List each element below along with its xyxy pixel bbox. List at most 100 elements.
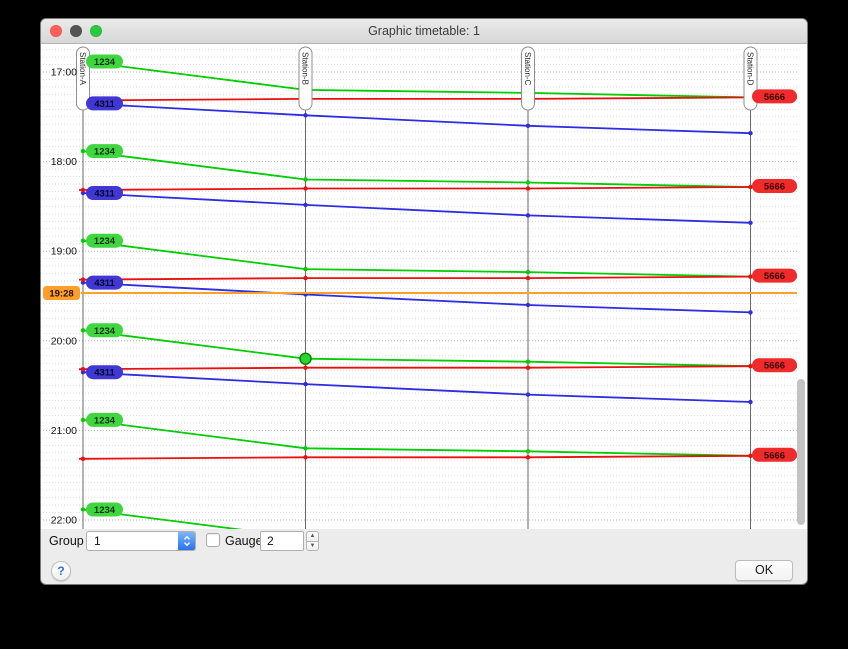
svg-text:5666: 5666 xyxy=(764,271,785,282)
train-badge-5666[interactable]: 5666 xyxy=(752,448,797,462)
train-stop-dot[interactable] xyxy=(526,270,530,274)
station-label-Station-C[interactable]: Station-C xyxy=(522,47,535,110)
train-stop-dot[interactable] xyxy=(303,366,307,370)
train-stop-dot[interactable] xyxy=(81,188,85,192)
group-combobox[interactable]: 1 xyxy=(86,531,196,551)
train-stop-dot[interactable] xyxy=(81,328,85,332)
gauge-value: 2 xyxy=(267,534,274,548)
svg-text:Station-B: Station-B xyxy=(301,52,310,85)
svg-text:1234: 1234 xyxy=(94,415,116,426)
window-title: Graphic timetable: 1 xyxy=(41,19,807,43)
zoom-button[interactable] xyxy=(90,25,102,37)
titlebar[interactable]: Graphic timetable: 1 xyxy=(41,19,807,44)
train-badge-4311[interactable]: 4311 xyxy=(86,186,123,200)
train-stop-dot[interactable] xyxy=(526,303,530,307)
train-stop-dot[interactable] xyxy=(526,449,530,453)
svg-text:5666: 5666 xyxy=(764,182,785,193)
train-stop-dot[interactable] xyxy=(303,203,307,207)
train-stop-dot[interactable] xyxy=(303,446,307,450)
vertical-scrollbar-thumb[interactable] xyxy=(797,379,805,525)
train-stop-dot[interactable] xyxy=(526,276,530,280)
train-stop-dot[interactable] xyxy=(303,177,307,181)
train-stop-dot[interactable] xyxy=(526,180,530,184)
svg-text:4311: 4311 xyxy=(94,99,115,110)
svg-text:1234: 1234 xyxy=(94,505,116,516)
gauge-checkbox[interactable] xyxy=(206,533,220,547)
train-stop-dot[interactable] xyxy=(526,360,530,364)
train-stop-dot[interactable] xyxy=(81,239,85,243)
train-badge-1234[interactable]: 1234 xyxy=(86,234,123,248)
train-stop-dot[interactable] xyxy=(748,131,752,135)
train-stop-dot[interactable] xyxy=(303,186,307,190)
train-stop-dot[interactable] xyxy=(748,310,752,314)
train-badge-5666[interactable]: 5666 xyxy=(752,358,797,372)
svg-text:1234: 1234 xyxy=(94,236,116,247)
svg-text:Station-C: Station-C xyxy=(523,52,532,86)
train-stop-dot[interactable] xyxy=(526,124,530,128)
timetable-canvas[interactable]: Station-AStation-BStation-CStation-D17:0… xyxy=(41,44,807,529)
train-badge-1234[interactable]: 1234 xyxy=(86,503,123,517)
current-time-badge: 19:28 xyxy=(43,286,80,300)
train-stop-dot[interactable] xyxy=(526,392,530,396)
train-stop-dot[interactable] xyxy=(303,267,307,271)
train-stop-dot[interactable] xyxy=(526,366,530,370)
train-stop-dot[interactable] xyxy=(81,149,85,153)
train-stop-dot[interactable] xyxy=(526,455,530,459)
svg-text:4311: 4311 xyxy=(94,368,115,379)
time-label: 22:00 xyxy=(51,515,77,527)
svg-text:4311: 4311 xyxy=(94,278,115,289)
train-stop-dot[interactable] xyxy=(748,400,752,404)
train-stop-dot[interactable] xyxy=(526,186,530,190)
svg-text:5666: 5666 xyxy=(764,92,785,103)
gauge-stepper[interactable]: ▲ ▼ xyxy=(306,531,319,551)
time-label: 19:00 xyxy=(51,246,77,258)
gauge-label: Gauge xyxy=(225,534,263,548)
train-stop-dot[interactable] xyxy=(526,213,530,217)
svg-text:1234: 1234 xyxy=(94,326,116,337)
time-label: 20:00 xyxy=(51,335,77,347)
time-label: 21:00 xyxy=(51,425,77,437)
train-stop-dot[interactable] xyxy=(303,382,307,386)
train-badge-4311[interactable]: 4311 xyxy=(86,276,123,290)
time-label: 17:00 xyxy=(51,67,77,79)
gauge-value-field[interactable]: 2 xyxy=(260,531,304,551)
train-badge-4311[interactable]: 4311 xyxy=(86,365,123,379)
train-badge-5666[interactable]: 5666 xyxy=(752,269,797,283)
train-stop-dot[interactable] xyxy=(303,276,307,280)
svg-text:19:28: 19:28 xyxy=(49,289,73,300)
train-badge-1234[interactable]: 1234 xyxy=(86,323,123,337)
train-badge-1234[interactable]: 1234 xyxy=(86,144,123,158)
train-badge-5666[interactable]: 5666 xyxy=(752,179,797,193)
svg-text:5666: 5666 xyxy=(764,450,785,461)
svg-text:1234: 1234 xyxy=(94,147,116,158)
train-stop-dot[interactable] xyxy=(81,457,85,461)
svg-text:5666: 5666 xyxy=(764,361,785,372)
svg-text:4311: 4311 xyxy=(94,189,115,200)
minimize-button[interactable] xyxy=(70,25,82,37)
timetable-chart[interactable]: Station-AStation-BStation-CStation-D17:0… xyxy=(41,44,807,529)
graphic-timetable-window: Graphic timetable: 1 Station-A Station-B S… xyxy=(40,18,808,585)
train-badge-1234[interactable]: 1234 xyxy=(86,55,123,69)
train-stop-dot[interactable] xyxy=(303,455,307,459)
combobox-arrows-icon[interactable] xyxy=(178,532,195,550)
group-combobox-value: 1 xyxy=(94,534,101,548)
time-label: 18:00 xyxy=(51,156,77,168)
train-stop-dot[interactable] xyxy=(81,277,85,281)
help-button[interactable]: ? xyxy=(51,561,71,581)
ok-button[interactable]: OK xyxy=(735,560,793,581)
station-label-Station-B[interactable]: Station-B xyxy=(299,47,312,110)
close-button[interactable] xyxy=(50,25,62,37)
stepper-down-icon[interactable]: ▼ xyxy=(306,541,319,552)
train-stop-dot[interactable] xyxy=(81,418,85,422)
svg-text:1234: 1234 xyxy=(94,57,116,68)
stepper-up-icon[interactable]: ▲ xyxy=(306,531,319,541)
svg-text:Station-A: Station-A xyxy=(78,52,87,86)
train-stop-dot[interactable] xyxy=(81,507,85,511)
train-badge-5666[interactable]: 5666 xyxy=(752,89,797,103)
train-badge-1234[interactable]: 1234 xyxy=(86,413,123,427)
train-stop-dot[interactable] xyxy=(748,221,752,225)
train-stop-dot[interactable] xyxy=(303,113,307,117)
train-stop-dot[interactable] xyxy=(81,367,85,371)
train-badge-4311[interactable]: 4311 xyxy=(86,96,123,110)
selected-stop-point[interactable] xyxy=(300,353,311,364)
